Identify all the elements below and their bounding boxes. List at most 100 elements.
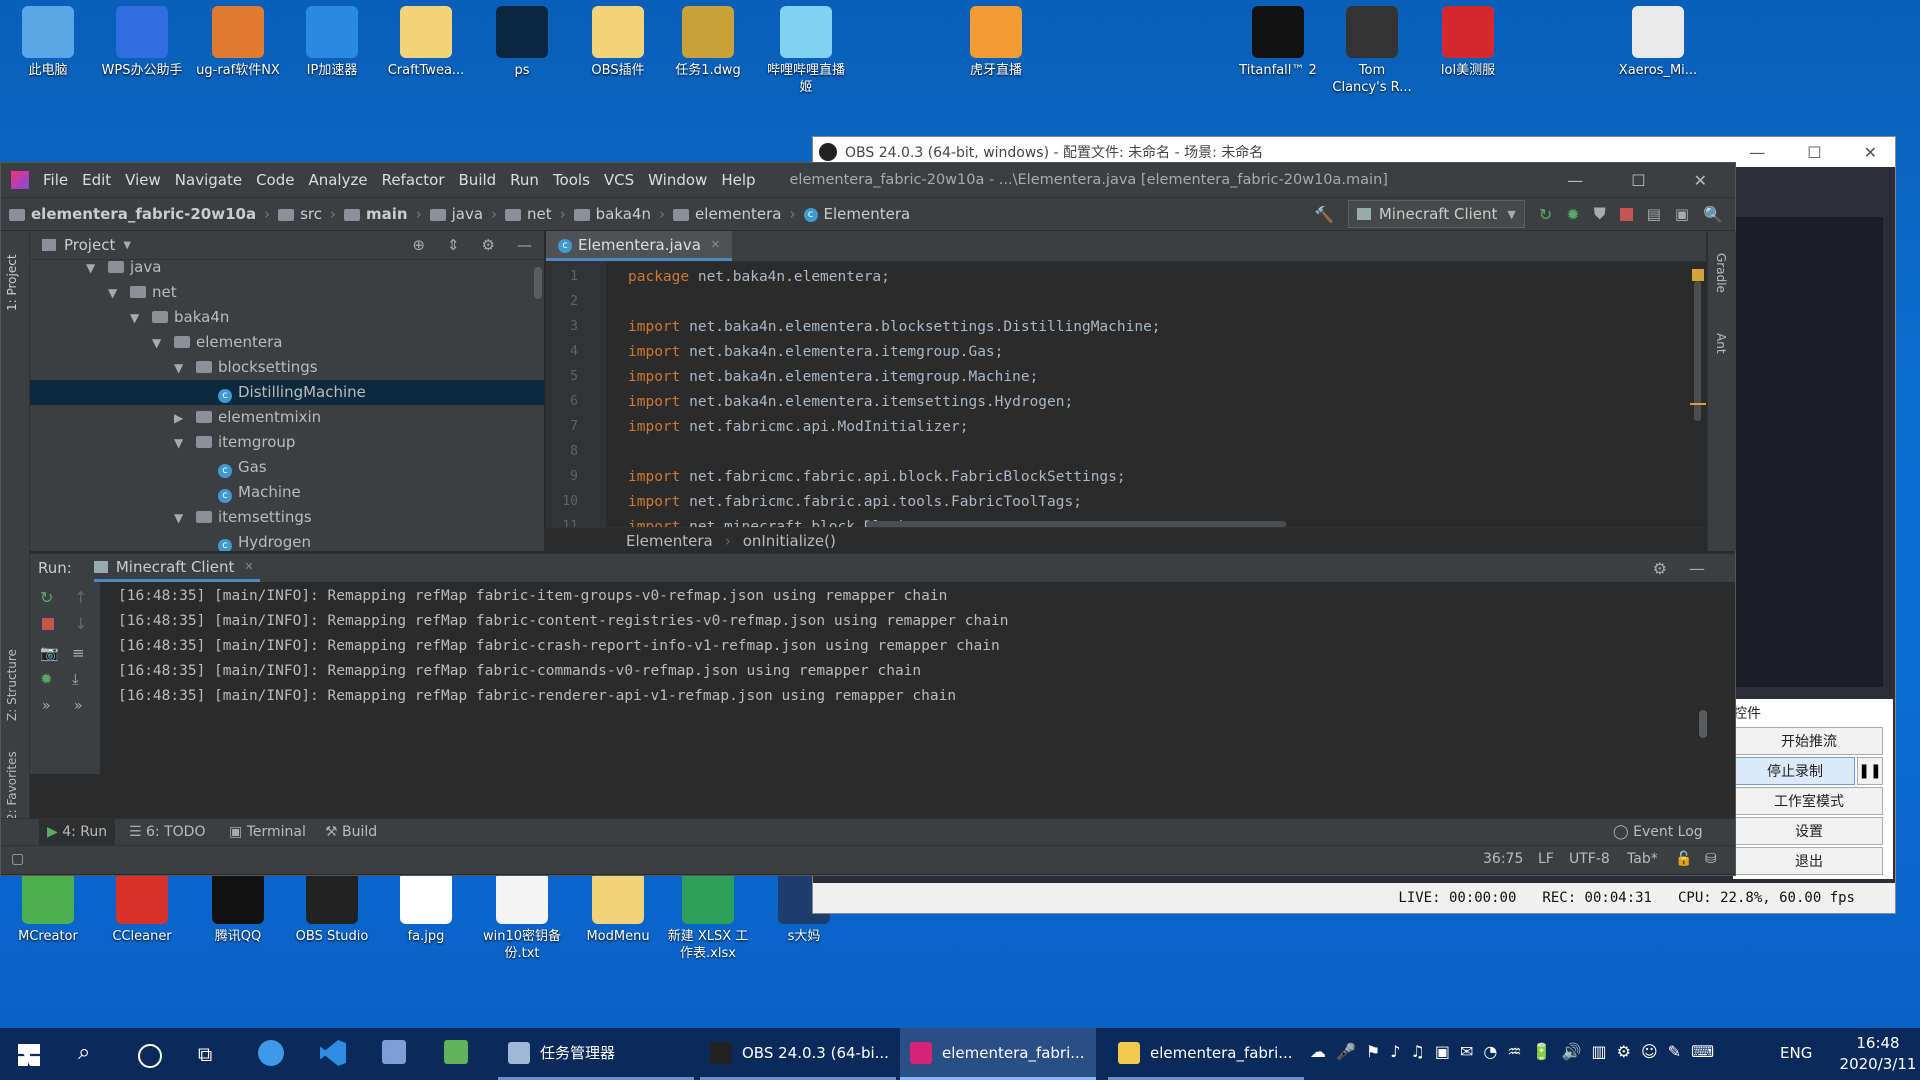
clock-date[interactable]: 2020/3/11 [1828,1055,1920,1073]
chevron-down-icon[interactable]: ▼ [108,281,120,306]
editor-crumb-method[interactable]: onInitialize() [743,532,836,550]
run-config-select[interactable]: Minecraft Client ▼ [1347,200,1525,228]
desktop-icon[interactable]: win10密钥备份.txt [480,868,564,962]
tree-item[interactable]: ▼ blocksettings [30,355,544,380]
desktop-icon[interactable]: 虎牙直播 [954,2,1038,79]
chevron-down-icon[interactable]: ▼ [174,506,186,531]
console-scrollbar[interactable] [1699,710,1707,738]
breadcrumb-item[interactable]: main › [344,205,422,223]
breadcrumb-item[interactable]: elementera › [673,205,796,223]
obs-control-button[interactable]: 工作室模式 [1735,787,1883,815]
cortana-icon[interactable] [138,1044,162,1068]
taskbar-item[interactable]: OBS 24.0.3 (64-bi... [700,1028,896,1080]
code-line[interactable]: import net.fabricmc.fabric.api.tools.Fab… [628,490,1082,515]
taskbar-item[interactable]: elementera_fabri... [1108,1028,1304,1080]
hide-icon[interactable]: — [517,236,532,254]
code-line[interactable]: import net.baka4n.elementera.itemgroup.M… [628,365,1038,390]
obs-control-button[interactable]: 设置 [1735,817,1883,845]
tree-item[interactable]: ▼ java [30,255,544,280]
vscode-icon[interactable] [320,1040,346,1066]
tree-item[interactable]: ▼ elementera [30,330,544,355]
lock-icon[interactable]: 🔓 [1675,851,1692,867]
layout-icon[interactable]: ▣ [1675,205,1689,223]
desktop-icon[interactable]: 此电脑 [6,2,90,79]
tree-item[interactable]: c Gas [30,455,544,480]
run-tab[interactable]: Minecraft Client ✕ [93,554,260,582]
tree-item[interactable]: ▼ baka4n [30,305,544,330]
line-separator[interactable]: LF [1538,851,1554,867]
tree-item[interactable]: ▶ elementmixin [30,405,544,430]
hide-icon[interactable]: — [1689,559,1705,578]
tree-item[interactable]: c Hydrogen [30,530,544,551]
breadcrumb-item[interactable]: src › [278,205,336,223]
menu-item[interactable]: Navigate [175,171,242,189]
notepad-icon[interactable] [444,1040,468,1064]
breadcrumb-item[interactable]: c Elementera [803,205,910,223]
desktop-icon[interactable]: 新建 XLSX 工作表.xlsx [666,868,750,962]
tree-item[interactable]: ▼ net [30,280,544,305]
desktop-icon[interactable]: Titanfall™ 2 [1236,2,1320,79]
tool-tab-terminal[interactable]: ▣ Terminal [229,819,306,845]
desktop-icon[interactable]: lol美测服 [1426,2,1510,79]
caret-position[interactable]: 36:75 [1483,851,1523,867]
desktop-icon[interactable]: WPS办公助手 [100,2,184,79]
event-log-tab[interactable]: ◯ Event Log [1613,819,1703,845]
maximize-icon[interactable]: ☐ [1807,143,1821,162]
tool-tab-favorites[interactable]: 2: Favorites [5,741,19,821]
gradle-tab[interactable]: Gradle [1714,253,1728,293]
chevron-down-icon[interactable]: ▼ [174,431,186,456]
run-console[interactable]: [16:48:35] [main/INFO]: Remapping refMap… [30,582,1730,732]
tool-tab-run[interactable]: ▶ 4: Run [39,819,116,845]
code-line[interactable]: import net.fabricmc.fabric.api.block.Fab… [628,465,1126,490]
desktop-icon[interactable]: 哔哩哔哩直播姬 [764,2,848,96]
gear-icon[interactable]: ⚙ [482,236,495,254]
menu-item[interactable]: Tools [553,171,590,189]
code-line[interactable]: import net.fabricmc.api.ModInitializer; [628,415,968,440]
file-encoding[interactable]: UTF-8 [1569,851,1610,867]
menu-item[interactable]: Run [510,171,539,189]
menu-item[interactable]: Refactor [382,171,445,189]
menu-item[interactable]: Window [648,171,707,189]
obs-control-button[interactable]: 退出 [1735,847,1883,875]
windows-start-icon[interactable] [18,1044,40,1066]
taskbar-item[interactable]: 任务管理器 [498,1028,694,1080]
stop-icon[interactable] [1619,207,1633,221]
desktop-icon[interactable]: OBS插件 [576,2,660,79]
editor-crumb-class[interactable]: Elementera [626,532,713,550]
coverage-icon[interactable]: ⛊ [1594,204,1606,224]
chevron-down-icon[interactable]: ▼ [152,331,164,356]
close-icon[interactable]: ✕ [1864,143,1877,162]
tree-item[interactable]: c Machine [30,480,544,505]
desktop-icon[interactable]: OBS Studio [290,868,374,945]
maximize-icon[interactable]: ☐ [1631,171,1645,190]
desktop-icon[interactable]: IP加速器 [290,2,374,79]
desktop-icon[interactable]: Xaeros_Mi... [1616,2,1700,79]
debug-icon[interactable]: ✹ [1566,205,1579,224]
collapse-all-icon[interactable]: ⇕ [447,236,460,254]
desktop-icon[interactable]: CCleaner [100,868,184,945]
minimize-icon[interactable]: — [1749,143,1765,162]
breadcrumb-item[interactable]: elementera_fabric-20w10a › [9,205,270,223]
tray-icons[interactable]: ☁🎤⚑♪♫▣✉◔♒🔋🔊▥⚙☺✎⌨ [1310,1042,1724,1061]
tree-item[interactable]: c DistillingMachine [30,380,544,405]
menu-item[interactable]: File [43,171,68,189]
editor-tab-elementera[interactable]: c Elementera.java ✕ [546,231,733,261]
desktop-icon[interactable]: ps [480,2,564,79]
tree-item[interactable]: ▼ itemsettings [30,505,544,530]
search-icon[interactable]: 🔍 [1703,205,1723,224]
taskbar-item[interactable]: elementera_fabri... [900,1028,1096,1080]
menu-item[interactable]: Code [256,171,294,189]
locate-icon[interactable]: ⊕ [412,236,425,254]
code-line[interactable]: import net.baka4n.elementera.blocksettin… [628,315,1161,340]
code-line[interactable]: import net.baka4n.elementera.itemgroup.G… [628,340,1003,365]
chevron-down-icon[interactable]: ▼ [174,356,186,381]
tool-tab-todo[interactable]: ☰ 6: TODO [129,819,205,845]
change-marker[interactable] [1690,403,1706,405]
warning-marker[interactable] [1692,269,1704,281]
desktop-icon[interactable]: 任务1.dwg [666,2,750,79]
search-icon[interactable]: ⌕ [78,1040,90,1065]
tool-tab-project[interactable]: 1: Project [5,241,19,311]
chevron-down-icon[interactable]: ▼ [123,240,131,251]
desktop-icon[interactable]: ModMenu [576,868,660,945]
edge-icon[interactable] [258,1040,284,1066]
